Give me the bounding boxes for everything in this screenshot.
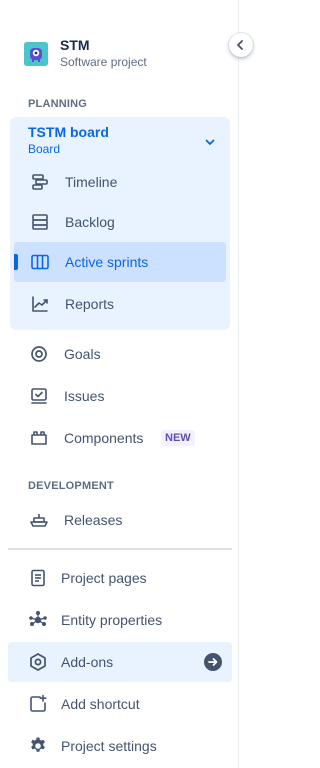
sidebar-item-label: Timeline	[65, 174, 118, 190]
chevron-down-icon[interactable]	[202, 134, 218, 150]
sidebar-item-label: Entity properties	[61, 612, 163, 628]
project-name: STM	[60, 37, 90, 53]
sidebar-item-label: Issues	[64, 388, 105, 404]
sidebar-item-entity-properties[interactable]: Entity properties	[8, 600, 232, 640]
entity-properties-icon	[28, 610, 48, 630]
sidebar-item-label: Backlog	[65, 214, 115, 230]
page-icon	[28, 568, 48, 588]
sidebar-item-components[interactable]: Components NEW	[10, 418, 230, 458]
board-switcher[interactable]: TSTM board Board	[28, 123, 109, 158]
releases-ship-icon	[29, 510, 49, 530]
sidebar-item-issues[interactable]: Issues	[10, 376, 230, 416]
board-columns-icon	[30, 252, 50, 272]
sidebar-item-project-settings[interactable]: Project settings	[8, 726, 232, 766]
sidebar-item-label: Goals	[64, 346, 101, 362]
sidebar-item-label: Add shortcut	[61, 696, 140, 712]
sidebar-item-add-ons[interactable]: Add-ons	[8, 642, 232, 682]
sidebar-item-label: Active sprints	[65, 254, 149, 270]
new-badge: NEW	[161, 430, 195, 446]
project-sidebar: STM Software project PLANNING TSTM board…	[0, 0, 238, 768]
board-title: TSTM board	[28, 124, 109, 140]
addons-hexagon-icon	[28, 652, 48, 672]
sidebar-edge[interactable]	[238, 0, 239, 768]
project-avatar-icon	[24, 42, 48, 66]
project-type: Software project	[60, 55, 147, 69]
sidebar-item-project-pages[interactable]: Project pages	[8, 558, 232, 598]
sidebar-item-label: Add-ons	[61, 654, 114, 670]
chevron-left-icon	[237, 40, 243, 50]
sidebar-item-backlog[interactable]: Backlog	[10, 202, 230, 242]
sidebar-item-label: Components	[64, 430, 144, 446]
settings-gear-icon	[28, 736, 48, 756]
sidebar-divider	[8, 548, 232, 550]
goals-target-icon	[29, 344, 49, 364]
collapse-sidebar-button[interactable]	[229, 33, 253, 57]
active-indicator	[14, 254, 18, 270]
add-shortcut-icon	[28, 694, 48, 714]
sidebar-item-timeline[interactable]: Timeline	[10, 162, 230, 202]
sidebar-item-label: Project settings	[61, 738, 157, 754]
issues-icon	[29, 386, 49, 406]
reports-chart-icon	[30, 294, 50, 314]
sidebar-item-label: Reports	[65, 296, 115, 312]
arrow-right-circle-icon[interactable]	[204, 653, 222, 671]
board-subtitle: Board	[28, 142, 61, 156]
sidebar-item-active-sprints[interactable]: Active sprints	[14, 242, 226, 282]
sidebar-item-label: Releases	[64, 512, 123, 528]
sidebar-item-add-shortcut[interactable]: Add shortcut	[8, 684, 232, 724]
components-icon	[29, 428, 49, 448]
sidebar-item-releases[interactable]: Releases	[10, 500, 230, 540]
sidebar-item-goals[interactable]: Goals	[10, 334, 230, 374]
development-heading: DEVELOPMENT	[28, 480, 114, 492]
sidebar-item-reports[interactable]: Reports	[10, 284, 230, 324]
timeline-icon	[30, 172, 50, 192]
planning-heading: PLANNING	[28, 98, 88, 110]
project-header[interactable]: STM Software project	[24, 34, 147, 74]
backlog-icon	[30, 212, 50, 232]
sidebar-item-label: Project pages	[61, 570, 147, 586]
